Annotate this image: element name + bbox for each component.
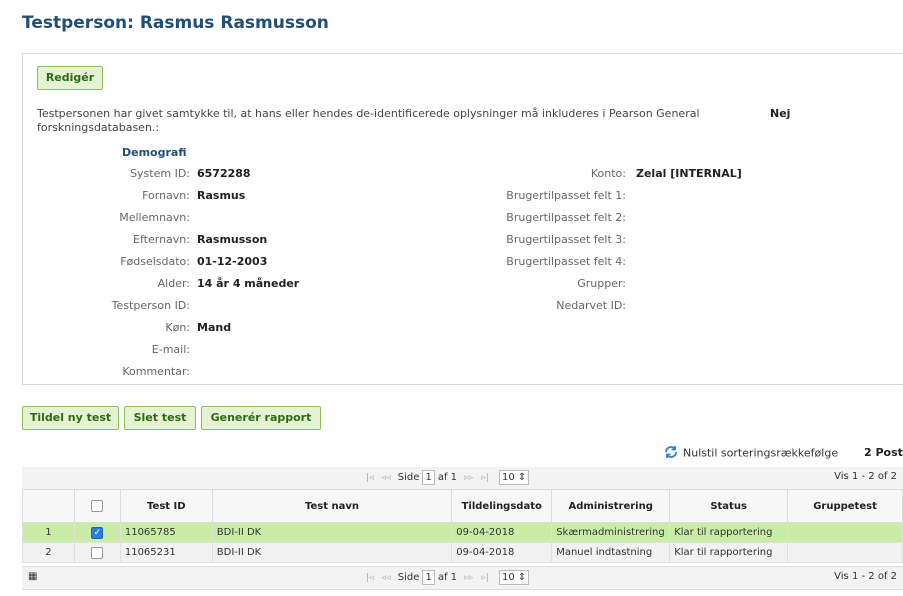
test-id-cell: 11065785 bbox=[119, 522, 213, 543]
column-header[interactable]: Gruppetest bbox=[787, 489, 903, 523]
grid-top-pager: |◃ ◃◃ Side 1 af 1 ▹▹ ▹| 10 ⇕ Vis 1 - 2 of 2 bbox=[22, 467, 903, 490]
column-header[interactable]: Test ID bbox=[119, 489, 213, 523]
column-header[interactable]: Administrering bbox=[551, 489, 671, 523]
field-label: Testperson ID: bbox=[111, 299, 190, 312]
assign-date-cell: 09-04-2018 bbox=[451, 542, 553, 563]
field-label: Alder: bbox=[157, 277, 190, 290]
field-value: Rasmusson bbox=[197, 233, 268, 246]
row-checkbox-box[interactable]: ✓ bbox=[91, 526, 104, 539]
status-cell: Klar til rapportering bbox=[669, 522, 789, 543]
first-page-icon[interactable]: |◃ bbox=[366, 473, 374, 483]
field-value: Zelal [INTERNAL] bbox=[636, 167, 742, 180]
tests-table: Test ID Test navn Tildelingsdato Administre… bbox=[22, 489, 903, 563]
rows-value-bottom: 10 bbox=[502, 572, 515, 583]
edit-button[interactable]: Redigér bbox=[37, 66, 103, 90]
select-arrow-icon-bottom: ⇕ bbox=[517, 572, 527, 583]
row-checkbox: ✓ bbox=[73, 522, 121, 543]
field-label: Brugertilpasset felt 4: bbox=[506, 255, 626, 268]
column-header[interactable]: Tildelingsdato bbox=[451, 489, 553, 523]
row-number: 2 bbox=[22, 542, 75, 563]
table-header-row: Test ID Test navn Tildelingsdato Administre… bbox=[22, 489, 903, 523]
column-header[interactable]: Test navn bbox=[211, 489, 453, 523]
grid-bottom-pager: ▦ |◃ ◃◃ Side 1 af 1 ▹▹ ▹| 10 ⇕ Vis 1 - 2 of … bbox=[22, 566, 903, 590]
table-body: 1 ✓ 11065785 BDI-II DK 09-04-2018 Skærmadmini… bbox=[22, 522, 903, 563]
page-input-bottom[interactable]: 1 bbox=[422, 570, 435, 585]
administration-cell: Manuel indtastning bbox=[551, 542, 671, 563]
assign-date-cell: 09-04-2018 bbox=[451, 522, 553, 543]
generate-report-button[interactable]: Generér rapport bbox=[201, 406, 321, 430]
field-value: Mand bbox=[197, 321, 232, 334]
field-label: Brugertilpasset felt 1: bbox=[506, 189, 626, 202]
field-label: Nedarvet ID: bbox=[556, 299, 626, 312]
select-all-header[interactable] bbox=[73, 489, 121, 523]
field-label: Grupper: bbox=[577, 277, 626, 290]
field-value: 6572288 bbox=[197, 167, 251, 180]
row-checkbox bbox=[73, 542, 121, 563]
first-page-icon-bottom[interactable]: |◃ bbox=[366, 573, 374, 583]
prev-page-icon[interactable]: ◃◃ bbox=[382, 473, 391, 483]
records-label-bottom: Vis 1 - 2 of 2 bbox=[834, 571, 897, 582]
field-label: Brugertilpasset felt 3: bbox=[506, 233, 626, 246]
consent-value: Nej bbox=[770, 107, 791, 120]
field-label: Konto: bbox=[590, 167, 626, 180]
posts-count: 2 Post bbox=[864, 446, 903, 459]
grid-menu-icon[interactable]: ▦ bbox=[28, 571, 37, 582]
table-row[interactable]: 2 11065231 BDI-II DK 09-04-2018 Manuel indta… bbox=[22, 542, 903, 563]
column-header[interactable] bbox=[22, 489, 75, 523]
records-label: Vis 1 - 2 of 2 bbox=[834, 471, 897, 482]
field-label: Mellemnavn: bbox=[119, 211, 190, 224]
next-page-icon[interactable]: ▹▹ bbox=[464, 473, 473, 483]
page-label-bottom: Side bbox=[397, 572, 420, 583]
test-id-cell: 11065231 bbox=[119, 542, 213, 563]
field-label: Kommentar: bbox=[122, 365, 190, 378]
assign-test-button[interactable]: Tildel ny test bbox=[22, 406, 119, 430]
field-label: Køn: bbox=[165, 321, 190, 334]
page-of-label: af 1 bbox=[437, 472, 458, 483]
last-page-icon-bottom[interactable]: ▹| bbox=[481, 573, 489, 583]
field-value: 14 år 4 måneder bbox=[197, 277, 300, 290]
status-cell: Klar til rapportering bbox=[669, 542, 789, 563]
group-test-cell bbox=[787, 522, 903, 543]
last-page-icon[interactable]: ▹| bbox=[481, 473, 489, 483]
field-label: System ID: bbox=[130, 167, 190, 180]
delete-test-button[interactable]: Slet test bbox=[124, 406, 196, 430]
prev-page-icon-bottom[interactable]: ◃◃ bbox=[382, 573, 391, 583]
field-value: 01-12-2003 bbox=[197, 255, 268, 268]
page-of-label-bottom: af 1 bbox=[437, 572, 458, 583]
field-label: Fødselsdato: bbox=[120, 255, 190, 268]
field-label: Fornavn: bbox=[142, 189, 190, 202]
section-demografi: Demografi bbox=[122, 146, 187, 159]
row-number: 1 bbox=[22, 522, 75, 543]
reset-sort-link[interactable]: Nulstil sorteringsrækkefølge bbox=[663, 444, 838, 463]
page-input[interactable]: 1 bbox=[422, 470, 435, 485]
rows-per-page-select[interactable]: 10 ⇕ bbox=[499, 470, 530, 485]
rows-per-page-select-bottom[interactable]: 10 ⇕ bbox=[499, 570, 530, 585]
reset-sort-label: Nulstil sorteringsrækkefølge bbox=[683, 446, 839, 460]
row-checkbox-box[interactable] bbox=[91, 546, 104, 559]
column-header[interactable]: Status bbox=[669, 489, 789, 523]
table-row[interactable]: 1 ✓ 11065785 BDI-II DK 09-04-2018 Skærmadmini… bbox=[22, 522, 903, 543]
page-label: Side bbox=[397, 472, 420, 483]
refresh-icon bbox=[663, 444, 679, 463]
consent-text: Testpersonen har givet samtykke til, at … bbox=[37, 107, 700, 134]
administration-cell: Skærmadministrering bbox=[551, 522, 671, 543]
page-title: Testperson: Rasmus Rasmusson bbox=[22, 13, 329, 33]
test-name-cell: BDI-II DK bbox=[211, 542, 453, 563]
rows-value: 10 bbox=[502, 472, 515, 483]
field-label: Brugertilpasset felt 2: bbox=[506, 211, 626, 224]
select-all-checkbox[interactable] bbox=[91, 500, 104, 512]
field-label: E-mail: bbox=[151, 343, 190, 356]
field-label: Efternavn: bbox=[133, 233, 190, 246]
select-arrow-icon: ⇕ bbox=[517, 472, 527, 483]
test-name-cell: BDI-II DK bbox=[211, 522, 453, 543]
field-value: Rasmus bbox=[197, 189, 246, 202]
next-page-icon-bottom[interactable]: ▹▹ bbox=[464, 573, 473, 583]
group-test-cell bbox=[787, 542, 903, 563]
